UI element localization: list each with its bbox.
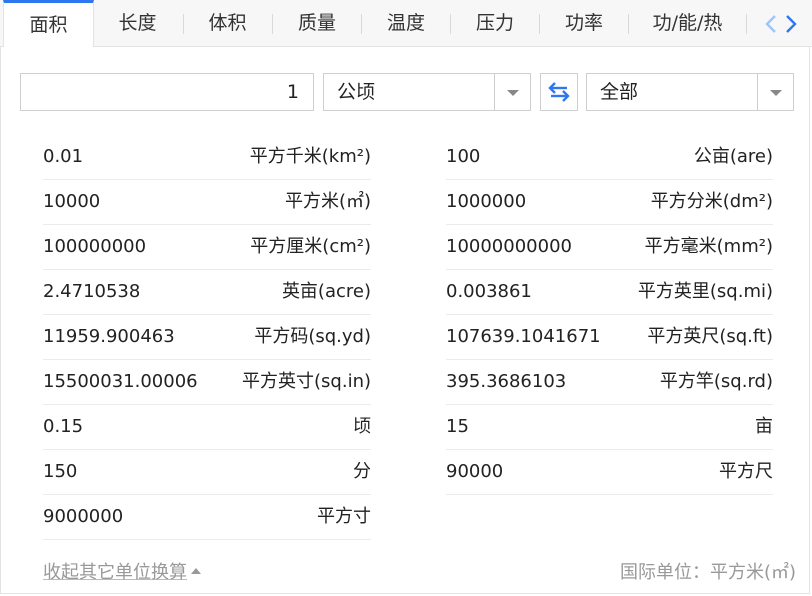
tab-work-energy-heat[interactable]: 功/能/热 <box>629 0 746 46</box>
result-unit: 平方分米(dm²) <box>650 191 773 212</box>
result-row: 150 分 <box>43 450 371 495</box>
result-unit: 平方毫米(mm²) <box>644 236 773 257</box>
to-unit-value: 全部 <box>600 81 639 103</box>
result-value: 100 <box>446 146 481 167</box>
result-value: 15500031.00006 <box>43 371 198 392</box>
result-unit: 平方英寸(sq.in) <box>242 371 371 392</box>
result-unit: 亩 <box>755 416 773 437</box>
caret-up-icon <box>191 568 201 574</box>
result-unit: 平方寸 <box>317 506 371 527</box>
tab-mass[interactable]: 质量 <box>273 0 361 46</box>
tab-power[interactable]: 功率 <box>540 0 628 46</box>
result-unit: 分 <box>353 461 371 482</box>
result-row: 0.01 平方千米(km²) <box>43 135 371 180</box>
tab-divider <box>746 14 747 34</box>
result-unit: 公亩(are) <box>693 146 773 167</box>
result-row: 100 公亩(are) <box>446 135 773 180</box>
result-value: 11959.900463 <box>43 326 175 347</box>
result-value: 9000000 <box>43 506 124 527</box>
result-row: 2.4710538 英亩(acre) <box>43 270 371 315</box>
result-row: 10000000000 平方毫米(mm²) <box>446 225 773 270</box>
result-value: 150 <box>43 461 78 482</box>
result-value: 1000000 <box>446 191 527 212</box>
tab-area[interactable]: 面积 <box>3 0 94 47</box>
to-unit-select[interactable]: 全部 <box>586 73 794 111</box>
result-unit: 平方厘米(cm²) <box>250 236 371 257</box>
value-input[interactable]: 1 <box>20 73 314 111</box>
result-unit: 平方米(㎡) <box>284 191 371 212</box>
result-unit: 英亩(acre) <box>281 281 371 302</box>
result-value: 0.01 <box>43 146 84 167</box>
dropdown-button[interactable] <box>757 74 793 110</box>
result-value: 15 <box>446 416 469 437</box>
tab-volume[interactable]: 体积 <box>184 0 271 46</box>
result-row: 9000000 平方寸 <box>43 495 371 540</box>
result-value: 100000000 <box>43 236 147 257</box>
si-unit-note: 国际单位：平方米(㎡) <box>619 562 796 583</box>
result-row: 100000000 平方厘米(cm²) <box>43 225 371 270</box>
tab-length[interactable]: 长度 <box>93 0 182 46</box>
result-row: 0.15 顷 <box>43 405 371 450</box>
result-row: 10000 平方米(㎡) <box>43 180 371 225</box>
result-value: 10000000000 <box>446 236 572 257</box>
dropdown-button[interactable] <box>494 74 530 110</box>
from-unit-select[interactable]: 公顷 <box>323 73 531 111</box>
result-unit: 平方千米(km²) <box>249 146 371 167</box>
from-unit-value: 公顷 <box>337 81 376 103</box>
triangle-down-icon <box>507 90 519 96</box>
result-value: 10000 <box>43 191 101 212</box>
result-unit: 平方竿(sq.rd) <box>659 371 773 392</box>
tab-temperature[interactable]: 温度 <box>362 0 450 46</box>
tab-pressure[interactable]: 压力 <box>451 0 539 46</box>
result-row: 90000 平方尺 <box>446 450 773 495</box>
triangle-down-icon <box>770 90 782 96</box>
result-row: 11959.900463 平方码(sq.yd) <box>43 315 371 360</box>
result-value: 0.15 <box>43 416 84 437</box>
tab-bar: 面积 长度 体积 质量 温度 压力 功率 功/能/热 <box>0 0 812 47</box>
collapse-units-label: 收起其它单位换算 <box>43 562 187 583</box>
result-row: 107639.1041671 平方英尺(sq.ft) <box>446 315 773 360</box>
result-row: 15 亩 <box>446 405 773 450</box>
chevron-right-icon[interactable] <box>784 14 798 34</box>
collapse-units-link[interactable]: 收起其它单位换算 <box>43 558 201 584</box>
result-row: 0.003861 平方英里(sq.mi) <box>446 270 773 315</box>
result-unit: 顷 <box>353 416 371 437</box>
chevron-left-icon[interactable] <box>764 14 778 34</box>
result-unit: 平方码(sq.yd) <box>254 326 371 347</box>
result-row: 1000000 平方分米(dm²) <box>446 180 773 225</box>
result-value: 107639.1041671 <box>446 326 601 347</box>
swap-units-button[interactable] <box>540 73 578 111</box>
result-unit: 平方英尺(sq.ft) <box>647 326 773 347</box>
result-value: 2.4710538 <box>43 281 141 302</box>
result-unit: 平方尺 <box>719 461 773 482</box>
result-row: 395.3686103 平方竿(sq.rd) <box>446 360 773 405</box>
result-unit: 平方英里(sq.mi) <box>637 281 773 302</box>
result-value: 90000 <box>446 461 504 482</box>
swap-arrows-icon <box>548 82 570 102</box>
result-value: 0.003861 <box>446 281 532 302</box>
result-value: 395.3686103 <box>446 371 567 392</box>
result-row: 15500031.00006 平方英寸(sq.in) <box>43 360 371 405</box>
